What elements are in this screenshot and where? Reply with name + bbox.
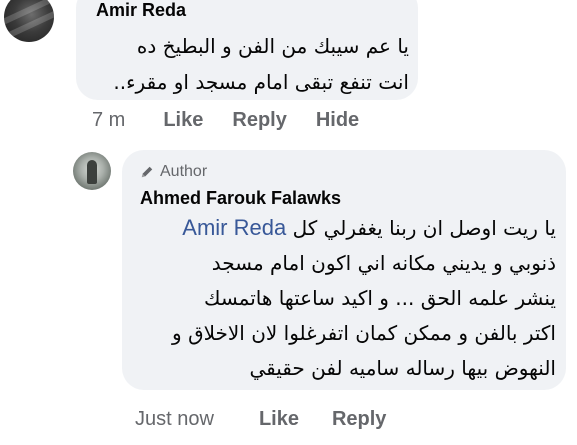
comment-text-fragment: يا ريت اوصل ان ربنا يغفرلي كل	[292, 216, 556, 240]
comment-text-line: يا عم سيبك من الفن و البطيخ ده	[136, 34, 409, 58]
comment-text-line: ذنوبي و يديني مكانه اني اكون امام مسجد	[211, 251, 556, 275]
reply-button[interactable]: Reply	[332, 408, 386, 431]
comment-text-line: ينشر علمه الحق ... و اكيد ساعتها هاتمسك	[203, 286, 556, 310]
like-button[interactable]: Like	[259, 408, 299, 431]
comment-timestamp[interactable]: 7 m	[92, 109, 125, 132]
comment-text: يا عم سيبك من الفن و البطيخ ده انت تنفع …	[89, 28, 409, 100]
comment-text-line: اكتر بالفن و ممكن كمان اتفرغلوا لان الاخ…	[172, 321, 556, 345]
comment-timestamp[interactable]: Just now	[135, 408, 214, 431]
comment-author-name[interactable]: Amir Reda	[96, 0, 186, 21]
comment-text-line: يا ريت اوصل ان ربنا يغفرلي كل Amir Reda	[136, 210, 556, 246]
mention-link[interactable]: Amir Reda	[182, 215, 286, 240]
like-button[interactable]: Like	[163, 109, 203, 132]
pencil-icon	[141, 166, 153, 178]
comment-text-line: النهوض بيها رساله ساميه لفن حقيقي	[249, 356, 556, 380]
comment-actions: Just now Like Reply	[135, 408, 386, 431]
comment-text-line: انت تنفع تبقى امام مسجد او مقرء..	[113, 70, 409, 94]
hide-button[interactable]: Hide	[316, 109, 359, 132]
reply-button[interactable]: Reply	[232, 109, 286, 132]
comment-actions: 7 m Like Reply Hide	[92, 109, 359, 132]
comment-text: يا ريت اوصل ان ربنا يغفرلي كل Amir Reda …	[136, 210, 556, 386]
author-badge: Author	[140, 163, 207, 181]
avatar[interactable]	[73, 152, 111, 190]
comment-author-name[interactable]: Ahmed Farouk Falawks	[140, 188, 341, 209]
avatar[interactable]	[4, 0, 54, 42]
author-badge-label: Author	[160, 163, 208, 180]
